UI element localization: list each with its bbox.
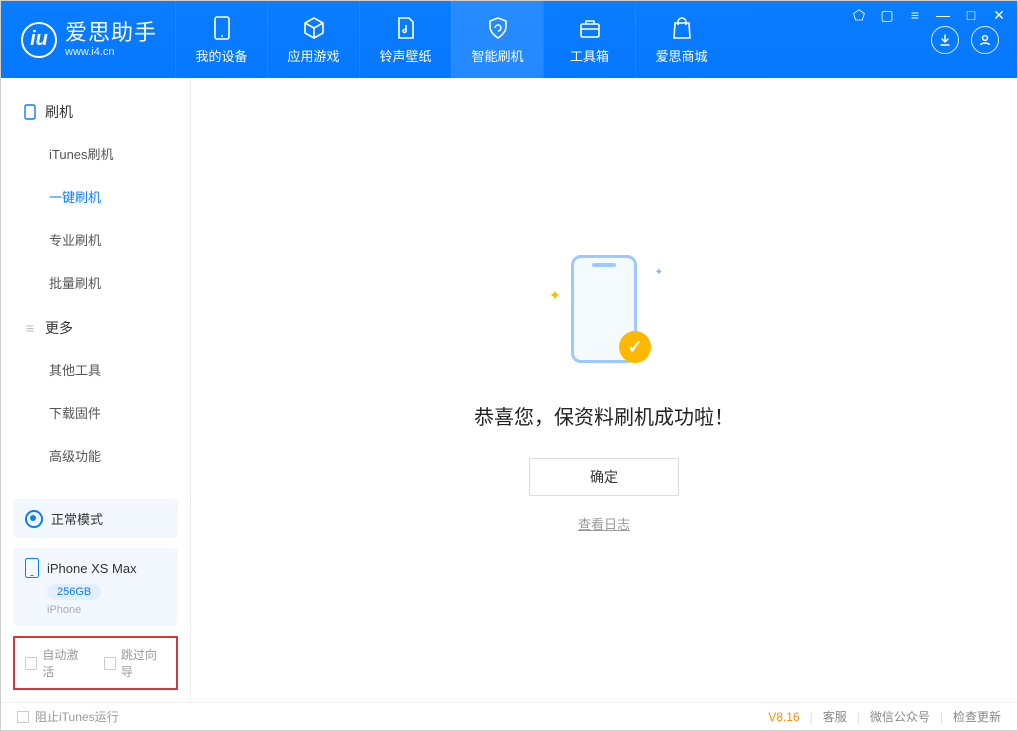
toolbox-icon — [577, 15, 603, 41]
maximize-button[interactable]: □ — [962, 6, 980, 24]
checkbox-label: 自动激活 — [42, 646, 87, 680]
sidebar: 刷机 iTunes刷机 一键刷机 专业刷机 批量刷机 ≡ 更多 其他工具 下载固… — [1, 78, 191, 702]
music-file-icon — [393, 15, 419, 41]
cube-icon — [301, 15, 327, 41]
bag-icon — [669, 15, 695, 41]
nav-ringtone-wallpaper[interactable]: 铃声壁纸 — [359, 1, 451, 78]
section-title: 更多 — [45, 318, 73, 338]
app-header: iu 爱思助手 www.i4.cn 我的设备 应用游戏 铃声壁纸 智能刷机 工具… — [1, 1, 1017, 78]
download-button[interactable] — [931, 26, 959, 54]
device-card[interactable]: iPhone XS Max 256GB iPhone — [13, 548, 178, 626]
nav-label: 工具箱 — [570, 46, 609, 65]
view-log-link[interactable]: 查看日志 — [578, 514, 630, 533]
nav-label: 爱思商城 — [656, 46, 708, 65]
menu-icon[interactable]: ≡ — [906, 6, 924, 24]
nav-my-device[interactable]: 我的设备 — [175, 1, 267, 78]
nav-label: 智能刷机 — [472, 46, 524, 65]
close-button[interactable]: ✕ — [990, 6, 1008, 24]
checkbox-icon — [17, 711, 29, 723]
app-logo: iu 爱思助手 www.i4.cn — [1, 1, 175, 78]
section-flash: 刷机 — [1, 88, 190, 132]
customer-service-link[interactable]: 客服 — [823, 708, 847, 725]
checkbox-label: 阻止iTunes运行 — [35, 708, 119, 725]
skip-guide-checkbox[interactable]: 跳过向导 — [104, 646, 167, 680]
nav-store[interactable]: 爱思商城 — [635, 1, 727, 78]
sidebar-item-advanced[interactable]: 高级功能 — [1, 434, 190, 477]
nav-toolbox[interactable]: 工具箱 — [543, 1, 635, 78]
device-type: iPhone — [47, 604, 166, 616]
main-content: ✦ ✦ ✓ 恭喜您，保资料刷机成功啦！ 确定 查看日志 — [191, 78, 1017, 702]
app-name-cn: 爱思助手 — [65, 21, 157, 45]
success-illustration: ✦ ✦ ✓ — [539, 247, 669, 377]
ok-button[interactable]: 确定 — [529, 458, 679, 496]
sidebar-item-other-tools[interactable]: 其他工具 — [1, 348, 190, 391]
main-nav: 我的设备 应用游戏 铃声壁纸 智能刷机 工具箱 爱思商城 — [175, 1, 727, 78]
sidebar-item-pro-flash[interactable]: 专业刷机 — [1, 218, 190, 261]
mode-indicator[interactable]: 正常模式 — [13, 499, 178, 538]
auto-activate-checkbox[interactable]: 自动激活 — [25, 646, 88, 680]
version-label: V8.16 — [768, 710, 799, 724]
tshirt-icon[interactable]: ⬠ — [850, 6, 868, 24]
sparkle-icon: ✦ — [655, 267, 663, 278]
section-title: 刷机 — [45, 102, 73, 122]
mode-label: 正常模式 — [51, 509, 103, 528]
phone-icon — [25, 558, 39, 578]
check-update-link[interactable]: 检查更新 — [953, 708, 1001, 725]
sidebar-item-download-firmware[interactable]: 下载固件 — [1, 391, 190, 434]
sidebar-item-itunes-flash[interactable]: iTunes刷机 — [1, 132, 190, 175]
status-bar: 阻止iTunes运行 V8.16 | 客服 | 微信公众号 | 检查更新 — [1, 702, 1017, 730]
block-itunes-checkbox[interactable]: 阻止iTunes运行 — [17, 708, 119, 725]
sidebar-item-batch-flash[interactable]: 批量刷机 — [1, 261, 190, 304]
checkbox-icon — [25, 657, 37, 670]
check-badge-icon: ✓ — [619, 331, 651, 363]
window-controls: ⬠ ▢ ≡ — □ ✕ — [850, 6, 1008, 24]
device-storage: 256GB — [47, 584, 101, 600]
wechat-link[interactable]: 微信公众号 — [870, 708, 930, 725]
nav-label: 我的设备 — [196, 46, 248, 65]
sparkle-icon: ✦ — [549, 287, 561, 304]
list-section-icon: ≡ — [23, 321, 37, 335]
nav-smart-flash[interactable]: 智能刷机 — [451, 1, 543, 78]
device-icon — [209, 15, 235, 41]
sidebar-item-oneclick-flash[interactable]: 一键刷机 — [1, 175, 190, 218]
device-name: iPhone XS Max — [47, 561, 137, 576]
phone-section-icon — [23, 105, 37, 119]
app-name-en: www.i4.cn — [65, 46, 157, 58]
shield-refresh-icon — [485, 15, 511, 41]
nav-apps-games[interactable]: 应用游戏 — [267, 1, 359, 78]
feedback-icon[interactable]: ▢ — [878, 6, 896, 24]
logo-icon: iu — [21, 22, 57, 58]
nav-label: 铃声壁纸 — [380, 46, 432, 65]
user-button[interactable] — [971, 26, 999, 54]
mode-icon — [25, 510, 43, 528]
result-message: 恭喜您，保资料刷机成功啦！ — [474, 401, 734, 430]
highlighted-options: 自动激活 跳过向导 — [13, 636, 178, 690]
checkbox-label: 跳过向导 — [121, 646, 166, 680]
minimize-button[interactable]: — — [934, 6, 952, 24]
section-more: ≡ 更多 — [1, 304, 190, 348]
checkbox-icon — [104, 657, 116, 670]
nav-label: 应用游戏 — [288, 46, 340, 65]
